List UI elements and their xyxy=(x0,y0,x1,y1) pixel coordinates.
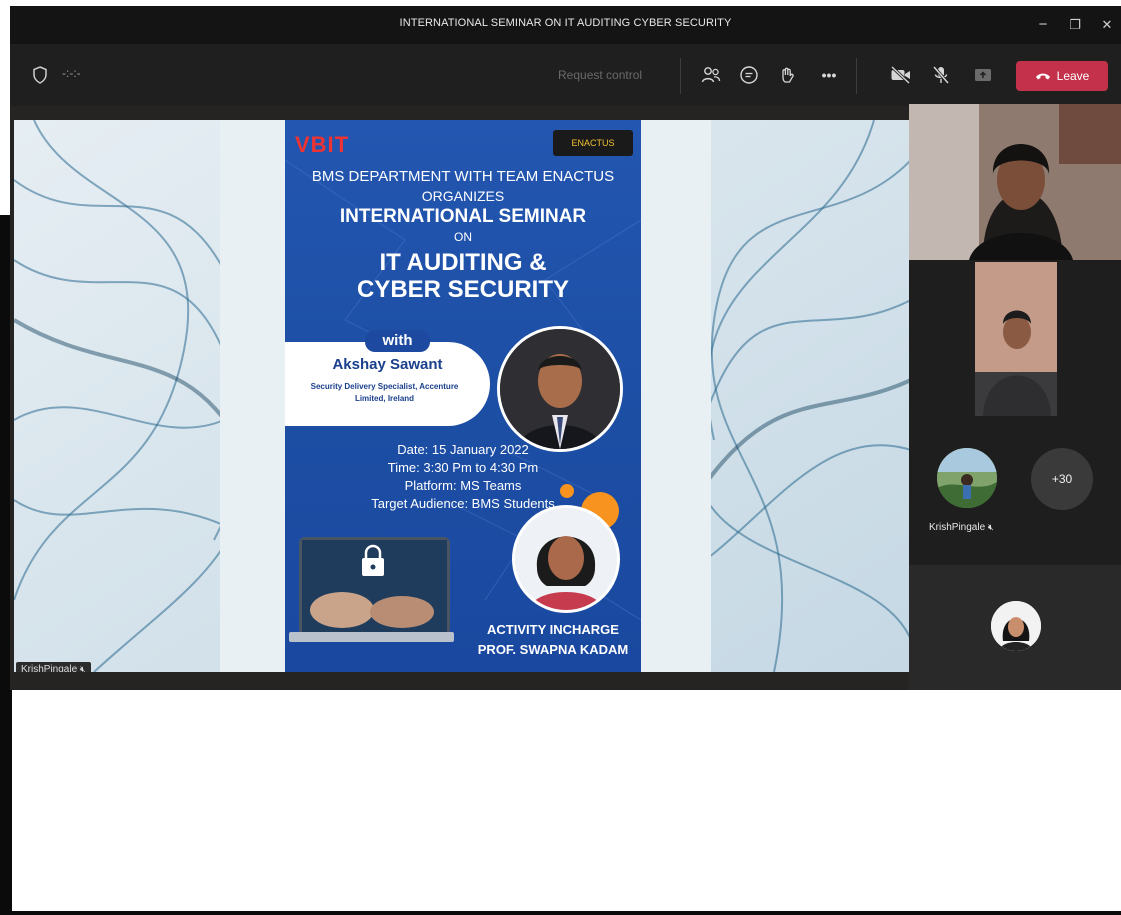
window-title: INTERNATIONAL SEMINAR ON IT AUDITING CYB… xyxy=(399,17,732,29)
participant-name: KrishPingale xyxy=(929,522,986,533)
participant-name-tag: KrishPingale 🔇︎ xyxy=(929,522,994,533)
poster-line-on: ON xyxy=(454,230,472,244)
poster-line-seminar: INTERNATIONAL SEMINAR xyxy=(339,206,587,227)
decor-dot xyxy=(560,484,574,498)
with-label: with xyxy=(365,330,430,352)
self-avatar xyxy=(991,601,1041,651)
laptop-illustration xyxy=(299,537,450,635)
more-participants-button[interactable]: +30 xyxy=(1031,448,1093,510)
teams-meeting-window: INTERNATIONAL SEMINAR ON IT AUDITING CYB… xyxy=(10,6,1121,690)
participant-video-1[interactable] xyxy=(909,104,1121,260)
camera-off-icon[interactable] xyxy=(888,62,914,88)
toolbar-divider xyxy=(680,58,681,94)
leave-button[interactable]: Leave xyxy=(1016,61,1108,91)
chat-icon[interactable] xyxy=(736,62,762,88)
share-screen-icon[interactable] xyxy=(970,62,996,88)
phone-hangup-icon xyxy=(1035,73,1050,80)
guest-photo xyxy=(497,326,623,452)
poster-platform: Platform: MS Teams xyxy=(404,478,522,493)
title-bar: INTERNATIONAL SEMINAR ON IT AUDITING CYB… xyxy=(10,6,1121,44)
close-button[interactable]: ✕ xyxy=(1096,14,1118,36)
participants-icon[interactable] xyxy=(698,62,724,88)
meeting-toolbar: -:-:- Request control ••• Leave xyxy=(10,44,1121,106)
mic-muted-icon: 🔇︎ xyxy=(79,664,86,672)
participant-gallery: +30 KrishPingale 🔇︎ xyxy=(909,104,1121,690)
more-options-icon[interactable]: ••• xyxy=(816,62,842,88)
poster-time: Time: 3:30 Pm to 4:30 Pm xyxy=(387,460,539,475)
leave-label: Leave xyxy=(1056,69,1090,83)
left-panel-strip xyxy=(220,120,285,672)
enactus-logo: ENACTUS xyxy=(553,130,633,156)
guest-role: Security Delivery Specialist, Accenture xyxy=(310,382,459,391)
participant-avatar[interactable] xyxy=(937,448,997,508)
maximize-button[interactable]: ❐ xyxy=(1064,14,1086,36)
incharge-label: ACTIVITY INCHARGE xyxy=(487,622,619,637)
mic-off-icon[interactable] xyxy=(928,62,954,88)
poster-line-topic-1: IT AUDITING & xyxy=(379,249,547,276)
incharge-photo xyxy=(512,505,620,613)
poster-date: Date: 15 January 2022 xyxy=(397,442,529,457)
bottom-border xyxy=(0,911,1121,915)
guest-org: Limited, Ireland xyxy=(354,394,415,403)
raise-hand-icon[interactable] xyxy=(774,62,800,88)
seminar-poster: VBIT ENACTUS BMS DEPARTMENT WITH TEAM EN… xyxy=(285,120,641,672)
participant-tile-self[interactable] xyxy=(909,565,1121,690)
poster-line-organizes: ORGANIZES xyxy=(421,188,505,204)
poster-line-organizer: BMS DEPARTMENT WITH TEAM ENACTUS xyxy=(311,168,615,185)
laptop-base xyxy=(289,632,454,642)
poster-line-topic-2: CYBER SECURITY xyxy=(356,276,570,303)
mic-muted-icon: 🔇︎ xyxy=(987,522,994,532)
shield-icon xyxy=(33,66,47,84)
toolbar-divider xyxy=(856,58,857,94)
presenter-name: KrishPingale xyxy=(21,664,78,672)
guest-name: Akshay Sawant xyxy=(332,356,443,373)
minimize-button[interactable]: − xyxy=(1032,14,1054,36)
participant-video-2[interactable] xyxy=(975,262,1057,416)
meeting-timer: -:-:- xyxy=(62,66,81,80)
incharge-name: PROF. SWAPNA KADAM xyxy=(477,642,629,657)
shared-screen: VBIT ENACTUS BMS DEPARTMENT WITH TEAM EN… xyxy=(14,120,911,672)
college-logo: VBIT xyxy=(295,132,350,157)
presenter-name-tag: KrishPingale 🔇︎ xyxy=(16,662,91,672)
guest-card: Akshay Sawant Security Delivery Speciali… xyxy=(285,342,490,426)
right-panel-strip xyxy=(641,120,711,672)
request-control-button[interactable]: Request control xyxy=(558,68,642,82)
